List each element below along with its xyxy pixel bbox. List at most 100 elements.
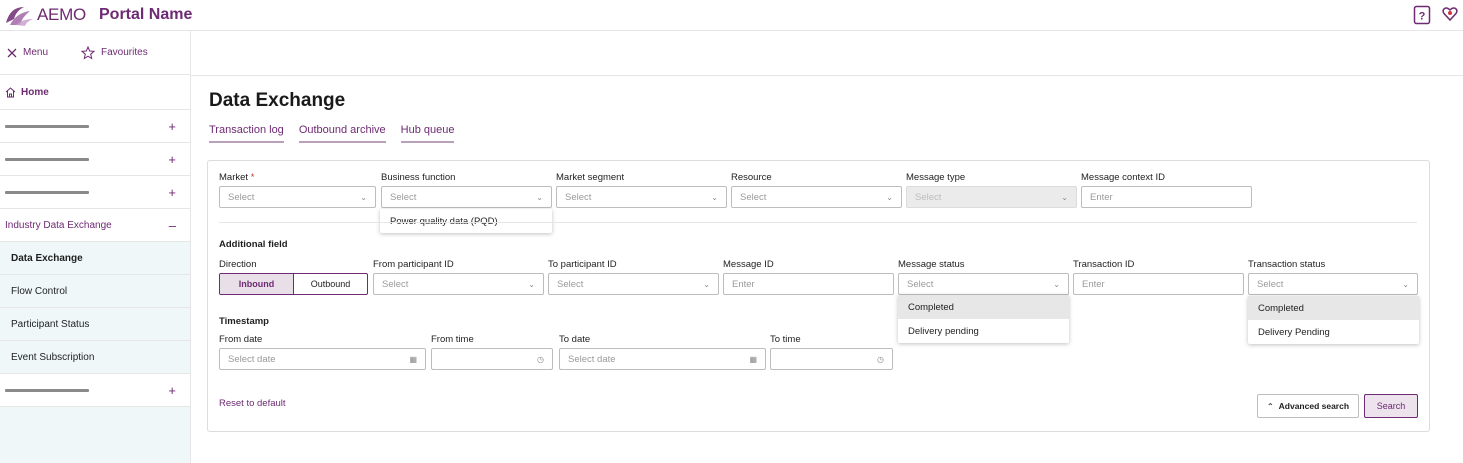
chevron-down-icon: ⌄ <box>703 279 710 289</box>
message-context-id-label: Message context ID <box>1081 172 1165 183</box>
sidebar: Menu Favourites Home + + + Industry Data… <box>0 31 191 463</box>
section-label: Industry Data Exchange <box>5 219 112 231</box>
direction-inbound-option[interactable]: Inbound <box>220 274 294 294</box>
minus-icon: – <box>168 217 176 233</box>
secondary-header <box>191 31 1463 76</box>
from-participant-id-label: From participant ID <box>373 259 454 270</box>
aemo-logo[interactable]: AEMO <box>4 3 86 27</box>
sidebar-item-collapsed[interactable]: + <box>0 110 190 143</box>
to-time-picker[interactable]: ◷ <box>770 348 893 370</box>
to-date-label: To date <box>559 334 591 345</box>
sidebar-item-collapsed[interactable]: + <box>0 143 190 176</box>
transaction-status-select[interactable]: Select ⌄ <box>1248 273 1418 295</box>
message-status-select[interactable]: Select ⌄ <box>898 273 1069 295</box>
timestamp-title: Timestamp <box>219 316 269 327</box>
to-date-picker[interactable]: Select date ▦ <box>559 348 766 370</box>
reset-to-default-link[interactable]: Reset to default <box>219 398 286 409</box>
advanced-search-label: Advanced search <box>1278 401 1350 411</box>
tab-transaction-log[interactable]: Transaction log <box>209 124 284 143</box>
placeholder-bar <box>5 190 89 194</box>
sidebar-item-industry-data-exchange[interactable]: Industry Data Exchange – <box>0 209 190 242</box>
dropdown-option[interactable]: Power quality data (PQD) <box>380 209 552 233</box>
calendar-icon: ▦ <box>749 354 757 364</box>
resource-label: Resource <box>731 172 772 183</box>
sidebar-item-collapsed[interactable]: + <box>0 374 190 407</box>
plus-icon: + <box>168 382 176 398</box>
sidebar-item-collapsed[interactable]: + <box>0 176 190 209</box>
dropdown-option[interactable]: Completed <box>1248 296 1419 320</box>
sidebar-subitem-event-subscription[interactable]: Event Subscription <box>0 341 190 374</box>
user-heart-icon[interactable] <box>1441 5 1459 26</box>
tab-bar: Transaction log Outbound archive Hub que… <box>209 124 455 143</box>
clock-icon: ◷ <box>537 354 544 364</box>
message-type-label: Message type <box>906 172 966 183</box>
from-date-picker[interactable]: Select date ▦ <box>219 348 426 370</box>
to-participant-id-select[interactable]: Select ⌄ <box>548 273 719 295</box>
search-button[interactable]: Search <box>1364 394 1418 418</box>
sidebar-subitem-data-exchange[interactable]: Data Exchange <box>0 242 190 275</box>
chevron-down-icon: ⌄ <box>536 192 543 202</box>
advanced-search-button[interactable]: ⌃ Advanced search <box>1257 394 1359 418</box>
business-function-dropdown: Power quality data (PQD) <box>380 209 552 233</box>
menu-label: Menu <box>23 47 49 58</box>
market-select[interactable]: Select ⌄ <box>219 186 376 208</box>
chevron-down-icon: ⌄ <box>1061 192 1068 202</box>
plus-icon: + <box>168 118 176 134</box>
additional-field-title: Additional field <box>219 239 288 250</box>
from-participant-id-select[interactable]: Select ⌄ <box>373 273 544 295</box>
chevron-down-icon: ⌄ <box>360 192 367 202</box>
help-question-icon[interactable]: ? <box>1413 5 1431 28</box>
menu-toggle-button[interactable]: Menu <box>7 47 48 58</box>
message-status-dropdown: Completed Delivery pending <box>898 295 1069 343</box>
to-time-label: To time <box>770 334 801 345</box>
sidebar-subitem-flow-control[interactable]: Flow Control <box>0 275 190 308</box>
message-context-id-input[interactable]: Enter <box>1081 186 1252 208</box>
chevron-up-icon: ⌃ <box>1266 401 1274 411</box>
transaction-id-input[interactable]: Enter <box>1073 273 1244 295</box>
star-icon <box>81 45 96 60</box>
close-icon <box>7 48 17 57</box>
dropdown-option[interactable]: Completed <box>898 295 1069 319</box>
plus-icon: + <box>168 151 176 167</box>
direction-outbound-option[interactable]: Outbound <box>294 274 367 294</box>
dropdown-option[interactable]: Delivery Pending <box>1248 320 1419 344</box>
top-bar: AEMO Portal Name ? <box>0 0 1463 31</box>
market-segment-label: Market segment <box>556 172 625 183</box>
transaction-status-label: Transaction status <box>1248 259 1326 270</box>
divider <box>219 222 1417 223</box>
aemo-logo-icon <box>6 7 33 26</box>
tab-hub-queue[interactable]: Hub queue <box>400 124 455 143</box>
chevron-down-icon: ⌄ <box>711 192 718 202</box>
dropdown-option[interactable]: Delivery pending <box>898 319 1069 343</box>
transaction-status-dropdown: Completed Delivery Pending <box>1248 296 1419 344</box>
to-participant-id-label: To participant ID <box>548 259 617 270</box>
home-label: Home <box>21 86 49 98</box>
page-title: Data Exchange <box>209 90 346 111</box>
placeholder-bar <box>5 124 89 128</box>
from-time-label: From time <box>431 334 474 345</box>
svg-text:?: ? <box>1419 11 1426 23</box>
favourites-label: Favourites <box>101 47 148 58</box>
chevron-down-icon: ⌄ <box>1053 279 1060 289</box>
message-type-select: Select ⌄ <box>906 186 1077 208</box>
calendar-icon: ▦ <box>409 354 417 364</box>
tab-outbound-archive[interactable]: Outbound archive <box>298 124 386 143</box>
chevron-down-icon: ⌄ <box>886 192 893 202</box>
logo-text: AEMO <box>37 5 86 24</box>
resource-select[interactable]: Select ⌄ <box>731 186 902 208</box>
from-time-picker[interactable]: ◷ <box>431 348 553 370</box>
message-id-input[interactable]: Enter <box>723 273 894 295</box>
favourites-button[interactable]: Favourites <box>81 45 148 60</box>
placeholder-bar <box>5 157 89 161</box>
market-segment-select[interactable]: Select ⌄ <box>556 186 727 208</box>
message-status-label: Message status <box>898 259 965 270</box>
business-function-select[interactable]: Select ⌄ <box>381 186 552 208</box>
sidebar-item-home[interactable]: Home <box>0 75 190 110</box>
from-date-label: From date <box>219 334 263 345</box>
direction-toggle: Inbound Outbound <box>219 273 368 295</box>
sidebar-menu-row: Menu Favourites <box>0 31 190 75</box>
home-icon <box>5 86 16 97</box>
transaction-id-label: Transaction ID <box>1073 259 1135 270</box>
sidebar-background <box>0 407 190 463</box>
sidebar-subitem-participant-status[interactable]: Participant Status <box>0 308 190 341</box>
